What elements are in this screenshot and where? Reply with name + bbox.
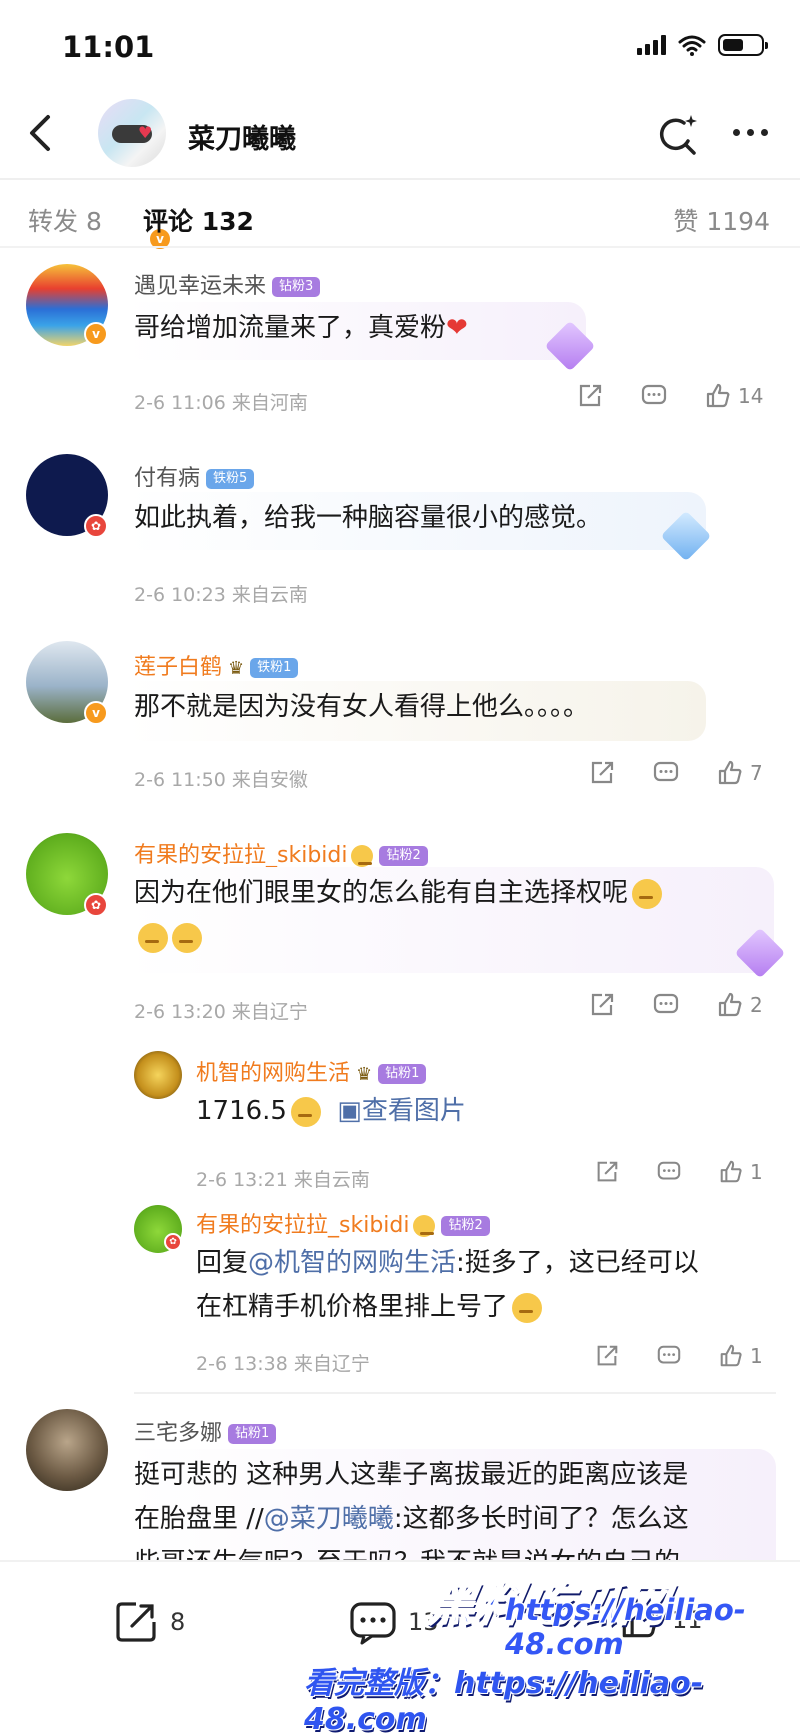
badge-icon: ✿ (84, 893, 108, 917)
like-icon[interactable] (718, 1159, 744, 1185)
watermark-caption: 看完整版：https://heiliao-48.com (304, 1666, 704, 1733)
comment-username[interactable]: 付有病 铁粉5 (134, 460, 255, 492)
like-icon[interactable] (716, 759, 744, 787)
status-bar: 11:01 (0, 0, 800, 95)
comments-button[interactable]: 13 (348, 1598, 439, 1646)
fan-badge: 铁粉5 (206, 469, 255, 489)
author-name[interactable]: 菜刀曦曦 (188, 117, 296, 156)
watermark-url: https://heiliao-48.com (505, 1593, 746, 1661)
comment-meta: 2-6 11:50 来自安徽 (134, 769, 308, 791)
share-icon[interactable] (588, 759, 616, 787)
comment-text: 挺可悲的 这种男人这辈子离拔最近的距离应该是 在胎盘里 //@菜刀曦曦:这都多长… (134, 1460, 689, 1560)
tab-bar: 转发 8 评论 132 赞 1194 (0, 180, 800, 246)
crown-icon: ♛ (356, 1063, 373, 1085)
verified-badge-icon: v (84, 322, 108, 346)
crown-icon: ♛ (228, 657, 245, 679)
like-count: 1 (750, 1160, 763, 1184)
author-avatar[interactable]: ♥ (98, 99, 166, 167)
glasses-emoji-icon (290, 1096, 321, 1127)
reply-meta: 2-6 13:38 来自辽宁 (196, 1353, 370, 1375)
comment-text: 哥给增加流量来了，真爱粉❤ (134, 313, 468, 343)
reply-text: 回复@机智的网购生活:挺多了，这已经可以 在杠精手机价格里排上号了 (196, 1248, 699, 1323)
comment-icon[interactable] (652, 991, 680, 1019)
badge-icon: ✿ (164, 1233, 182, 1251)
comment-username[interactable]: 遇见幸运未来 钻粉3 (134, 268, 321, 300)
like-icon[interactable] (716, 991, 744, 1019)
tab-likes[interactable]: 赞 1194 (673, 202, 770, 238)
reply-username[interactable]: 有果的安拉拉_skibidi 钻粉2 (196, 1207, 490, 1239)
forward-button[interactable]: 8 (112, 1598, 185, 1646)
fan-badge: 钻粉2 (379, 846, 428, 866)
fan-badge: 钻粉3 (272, 277, 321, 297)
comment-item: v 莲子白鹤 ♛ 铁粉1 那不就是因为没有女人看得上他么。。。。 2-6 11:50… (0, 625, 800, 805)
fan-badge: 铁粉1 (250, 658, 299, 678)
comment-text: 如此执着，给我一种脑容量很小的感觉。 (134, 503, 603, 533)
fan-badge: 钻粉2 (441, 1216, 490, 1236)
comment-meta: 2-6 10:23 来自云南 (134, 584, 308, 606)
fan-badge: 钻粉1 (378, 1064, 427, 1084)
wifi-icon (678, 35, 706, 56)
comment-username[interactable]: 莲子白鹤 ♛ 铁粉1 (134, 649, 299, 681)
comment-username[interactable]: 有果的安拉拉_skibidi 钻粉2 (134, 837, 428, 869)
fan-badge: 钻粉1 (228, 1424, 277, 1444)
tab-comments[interactable]: 评论 132 (143, 202, 254, 238)
divider (134, 1392, 776, 1394)
share-icon[interactable] (594, 1159, 620, 1185)
like-count: 1 (750, 1344, 763, 1368)
comment-meta: 2-6 13:20 来自辽宁 (134, 1001, 308, 1023)
emoji-icon (351, 845, 374, 867)
share-icon[interactable] (594, 1343, 620, 1369)
status-time: 11:01 (62, 30, 155, 64)
back-arrow-icon[interactable] (18, 109, 62, 157)
mention-link[interactable]: @机智的网购生活 (248, 1248, 456, 1278)
comment-meta: 2-6 11:06 来自河南 (134, 392, 308, 414)
like-count: 2 (750, 993, 763, 1017)
like-icon[interactable] (718, 1343, 744, 1369)
share-icon[interactable] (588, 991, 616, 1019)
more-options-icon[interactable] (724, 109, 776, 155)
comment-item: 三宅多娜 钻粉1 挺可悲的 这种男人这辈子离拔最近的距离应该是 在胎盘里 //@菜… (0, 1395, 800, 1560)
mention-link[interactable]: @菜刀曦曦 (264, 1504, 394, 1534)
forward-count: 8 (170, 1608, 186, 1636)
like-count: 14 (738, 384, 764, 408)
comment-icon[interactable] (656, 1343, 682, 1369)
tab-forward[interactable]: 转发 8 (28, 202, 102, 238)
search-sparkle-icon[interactable] (654, 111, 700, 157)
reply-avatar[interactable] (134, 1051, 182, 1099)
reply-text: 1716.5 ▣查看图片 (196, 1096, 466, 1127)
signal-icon (637, 35, 666, 55)
heart-emoji-icon: ❤ (446, 313, 468, 343)
comment-item: ✿ 付有病 铁粉5 如此执着，给我一种脑容量很小的感觉。 2-6 10:23 来自… (0, 430, 800, 610)
emoji-icon (413, 1215, 436, 1237)
like-icon[interactable] (704, 382, 732, 410)
share-icon[interactable] (576, 382, 604, 410)
comment-username[interactable]: 三宅多娜 钻粉1 (134, 1415, 277, 1447)
comment-text: 因为在他们眼里女的怎么能有自主选择权呢 (134, 871, 734, 959)
emoji-icon (138, 922, 168, 953)
battery-icon (718, 34, 768, 56)
comment-icon (350, 1602, 396, 1645)
forward-icon (116, 1602, 156, 1642)
badge-icon: ✿ (84, 514, 108, 538)
comment-icon[interactable] (656, 1159, 682, 1185)
reply-username[interactable]: 机智的网购生活 ♛ 钻粉1 (196, 1055, 427, 1087)
verified-badge-icon: v (84, 701, 108, 725)
nav-header: ♥ v 菜刀曦曦 (0, 95, 800, 251)
avatar[interactable] (26, 1409, 108, 1491)
comment-item: v 遇见幸运未来 钻粉3 哥给增加流量来了，真爱粉❤ 2-6 11:06 来自河南… (0, 248, 800, 418)
view-image-link[interactable]: ▣查看图片 (337, 1096, 466, 1126)
like-count: 7 (750, 761, 763, 785)
comment-text: 那不就是因为没有女人看得上他么。。。。 (134, 692, 590, 722)
reply-meta: 2-6 13:21 来自云南 (196, 1169, 370, 1191)
comment-item: ✿ 有果的安拉拉_skibidi 钻粉2 因为在他们眼里女的怎么能有自主选择权呢 … (0, 815, 800, 1375)
comment-icon[interactable] (640, 382, 668, 410)
emoji-icon (512, 1292, 543, 1323)
emoji-icon (172, 922, 202, 953)
emoji-icon (632, 878, 663, 909)
comment-icon[interactable] (652, 759, 680, 787)
